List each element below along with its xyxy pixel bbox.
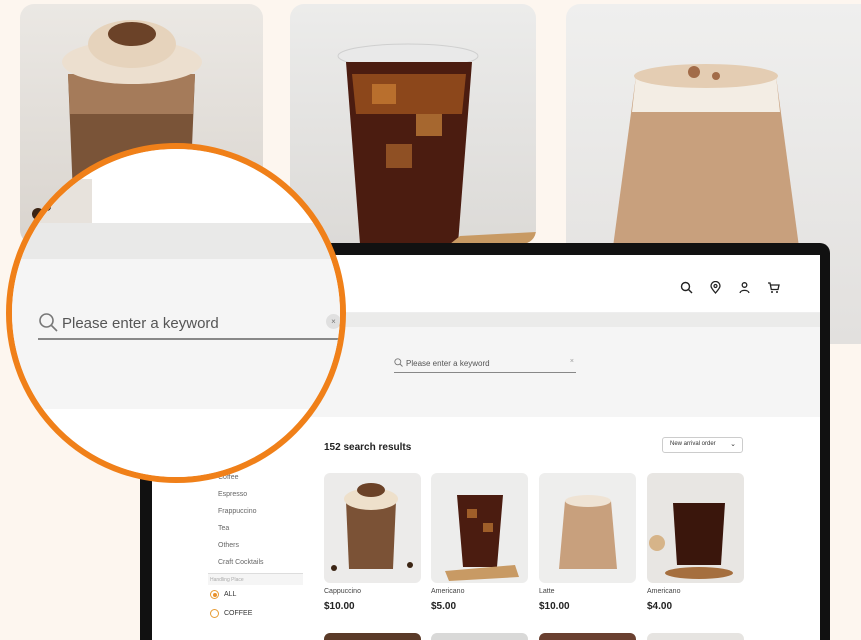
search-placeholder: Please enter a keyword	[62, 315, 219, 332]
filter-option-label: ALL	[224, 591, 237, 598]
radio-icon[interactable]	[210, 609, 219, 618]
search-placeholder: Please enter a keyword	[406, 359, 490, 368]
clear-icon[interactable]: ×	[570, 358, 574, 365]
filter-option-coffee[interactable]: COFFEE	[208, 604, 303, 623]
user-icon[interactable]	[738, 281, 751, 294]
product-card-partial[interactable]	[539, 633, 636, 640]
clear-icon[interactable]: ×	[326, 314, 340, 329]
magnifier-callout: Please enter a keyword ×	[6, 143, 346, 483]
product-image[interactable]	[539, 473, 636, 583]
filter-option-all[interactable]: ALL	[208, 585, 303, 604]
search-icon	[39, 313, 58, 332]
product-price: $10.00	[324, 601, 355, 612]
product-card[interactable]: Cappuccino $10.00	[324, 473, 421, 612]
magnified-search-input[interactable]: Please enter a keyword ×	[38, 309, 340, 340]
product-image[interactable]	[324, 473, 421, 583]
product-name: Cappuccino	[324, 588, 361, 595]
handling-place-heading: Handling Place	[208, 573, 303, 585]
chevron-down-icon: ⌄	[730, 441, 736, 448]
product-card[interactable]: Latte $10.00	[539, 473, 636, 612]
cart-icon[interactable]	[767, 281, 780, 294]
product-card-partial[interactable]	[647, 633, 744, 640]
sidebar-item-craft-cocktails[interactable]: Craft Cocktails	[208, 554, 303, 571]
sidebar-item-tea[interactable]: Tea	[208, 520, 303, 537]
sidebar-item-frappuccino[interactable]: Frappuccino	[208, 503, 303, 520]
search-icon[interactable]	[680, 281, 693, 294]
sort-label: New arrival order	[670, 441, 716, 447]
product-price: $10.00	[539, 601, 570, 612]
product-card[interactable]: Americano $5.00	[431, 473, 528, 612]
filter-option-label: COFFEE	[224, 610, 253, 617]
magnified-photo-fragment	[12, 179, 92, 229]
category-sidebar: Coffee Espresso Frappuccino Tea Others C…	[208, 469, 303, 623]
product-name: Americano	[431, 588, 465, 595]
sidebar-item-others[interactable]: Others	[208, 537, 303, 554]
radio-selected-icon[interactable]	[210, 590, 219, 599]
search-icon	[394, 358, 403, 367]
product-name: Latte	[539, 588, 555, 595]
header-icons	[680, 280, 780, 294]
product-image[interactable]	[431, 473, 528, 583]
magnified-divider	[12, 223, 340, 259]
product-price: $5.00	[431, 601, 457, 612]
product-card[interactable]: Americano $4.00	[647, 473, 744, 612]
sort-dropdown[interactable]: New arrival order ⌄	[662, 437, 743, 453]
location-icon[interactable]	[709, 280, 722, 294]
search-input[interactable]: Please enter a keyword ×	[394, 357, 576, 373]
product-name: Americano	[647, 588, 681, 595]
magnified-content	[12, 409, 340, 477]
product-card-partial[interactable]	[324, 633, 421, 640]
product-image[interactable]	[647, 473, 744, 583]
sidebar-item-espresso[interactable]: Espresso	[208, 486, 303, 503]
product-price: $4.00	[647, 601, 673, 612]
product-card-partial[interactable]	[431, 633, 528, 640]
magnifier-background	[12, 149, 340, 229]
